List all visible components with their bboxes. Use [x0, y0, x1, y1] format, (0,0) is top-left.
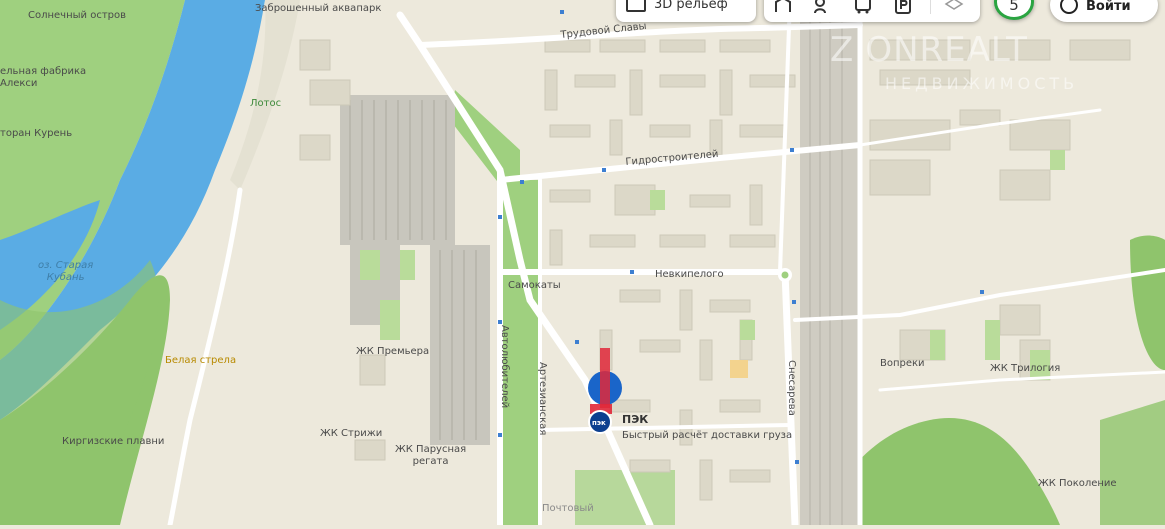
playground — [730, 360, 748, 378]
relief-toggle-button[interactable]: 3D рельеф — [616, 0, 756, 22]
street-nevkipelogo: Невкипелого — [655, 269, 724, 280]
map-canvas[interactable]: Солнечный остров Заброшенный аквапарк ел… — [0, 0, 1165, 529]
login-label: Войти — [1086, 0, 1131, 14]
poi-description[interactable]: Быстрый расчёт доставки груза — [622, 430, 792, 442]
relief-label: 3D рельеф — [654, 0, 728, 12]
label-belaya-strela: Белая стрела — [165, 355, 237, 366]
pek-logo[interactable]: пэк — [592, 417, 606, 429]
label-parusnaya: ЖК Парусная регата — [395, 444, 467, 467]
label-voprek: Вопреки — [880, 358, 925, 369]
relief-icon — [626, 0, 646, 12]
label-kirgiz: Киргизские плавни — [62, 436, 165, 447]
street-artezianskaya: Артезианская — [537, 362, 548, 436]
label-pokolenie: ЖК Поколение — [1038, 478, 1117, 489]
label-trilogiya: ЖК Трилогия — [990, 363, 1061, 374]
label-island: Солнечный остров — [28, 10, 127, 21]
watermark-brand: ZIONREALT — [830, 30, 1028, 70]
label-premiera: ЖК Премьера — [356, 346, 430, 357]
label-restaurant: торан Курень — [0, 128, 73, 139]
poi-name[interactable]: ПЭК — [622, 414, 648, 426]
street-avtolubiteley: Автолюбителей — [499, 325, 510, 409]
label-pochtovy: Почтовый — [542, 503, 594, 514]
street-snesareva: Снесарева — [786, 360, 797, 416]
login-button[interactable]: Войти — [1050, 0, 1158, 22]
watermark-sub: НЕДВИЖИМОСТЬ — [885, 74, 1079, 93]
route-icon[interactable] — [770, 0, 796, 14]
traffic-icon[interactable] — [810, 0, 836, 14]
label-aquapark: Заброшенный аквапарк — [255, 3, 382, 14]
label-samokaty: Самокаты — [508, 280, 561, 291]
label-factory: ельная фабрика Алекси — [0, 66, 87, 89]
zoom-value: 5 — [1009, 0, 1019, 14]
parking-icon[interactable] — [890, 0, 916, 14]
layers-icon[interactable] — [930, 0, 967, 14]
label-lotos: Лотос — [250, 98, 282, 109]
map-tools-toolbar — [764, 0, 980, 22]
label-strizhi: ЖК Стрижи — [320, 428, 383, 439]
login-icon — [1060, 0, 1078, 14]
label-old-kuban: оз. Старая Кубань — [38, 260, 94, 283]
transport-icon[interactable] — [850, 0, 876, 14]
